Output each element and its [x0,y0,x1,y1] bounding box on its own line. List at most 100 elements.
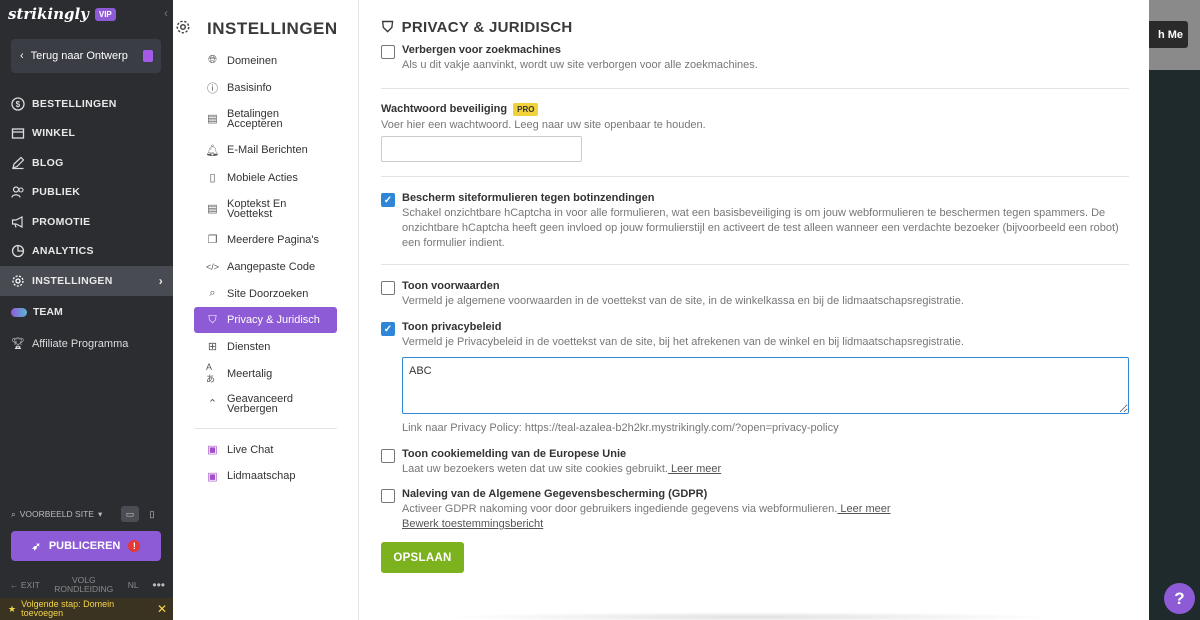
hide-search-desc: Als u dit vakje aanvinkt, wordt uw site … [402,59,758,71]
menu-item-domains[interactable]: 🌐︎ Domeinen [194,47,337,74]
save-button[interactable]: OPSLAAN [381,542,464,573]
store-icon [11,126,25,140]
menu-item-multiple-pages[interactable]: ❐ Meerdere Pagina's [194,226,337,253]
sidebar-item-store[interactable]: WINKEL [0,119,173,149]
menu-item-label: Live Chat [227,443,274,456]
privacy-label: Toon privacybeleid [402,321,502,333]
menu-item-label: Geavanceerd Verbergen [227,393,294,415]
gdpr-learn-more-link[interactable]: Leer meer [837,503,890,515]
match-me-button[interactable]: h Me [1149,21,1188,48]
cookie-learn-more-link[interactable]: Leer meer [668,463,721,475]
back-to-design-button[interactable]: ‹ Terug naar Ontwerp [11,39,161,73]
preview-site-dropdown[interactable]: VOORBEELD SITE [20,509,94,519]
caret-down-icon: ▾ [97,508,103,519]
sidebar-item-team[interactable]: TEAM [11,306,63,318]
privacy-checkbox[interactable]: ✓ [381,322,395,336]
sidebar-item-label: BLOG [32,156,64,169]
edit-consent-link[interactable]: Bewerk toestemmingsbericht [402,518,543,530]
menu-item-label: Koptekst En Voettekst [227,197,287,220]
sidebar-item-affiliate[interactable]: 🏆︎ Affiliate Programma [11,337,128,351]
menu-item-label: Privacy & Juridisch [227,314,320,326]
sidebar-item-orders[interactable]: $ BESTELLINGEN [0,89,173,119]
sidebar-item-analytics[interactable]: ANALYTICS [0,237,173,267]
menu-item-label: Diensten [227,340,271,353]
search-icon: ⌕ [11,508,16,519]
privacy-policy-link[interactable]: Link naar Privacy Policy: https://teal-a… [402,421,1127,436]
hide-search-checkbox[interactable] [381,45,395,59]
password-row: Wachtwoord beveiliging PRO Voer hier een … [381,102,1129,133]
menu-item-payments[interactable]: ▤ Betalingen Accepteren [194,101,337,136]
sidebar-item-settings[interactable]: INSTELLINGEN › [0,266,173,296]
gdpr-checkbox[interactable] [381,489,395,503]
menu-item-multilingual[interactable]: Aあ Meertalig [194,360,337,387]
next-step-label: Volgende stap: Domein toevoegen [21,599,115,618]
menu-item-label: Meerdere Pagina's [227,233,319,246]
pie-icon [11,244,25,258]
menu-item-services[interactable]: ⊞ Diensten [194,333,337,360]
bot-protection-checkbox[interactable]: ✓ [381,193,395,207]
pages-icon: ❐ [207,234,218,246]
terms-desc: Vermeld je algemene voorwaarden in de vo… [402,295,964,307]
menu-item-header-footer[interactable]: ▤ Koptekst En Voettekst [194,191,337,226]
gear-icon [11,274,25,288]
gdpr-desc: Activeer GDPR nakoming voor door gebruik… [402,502,1127,532]
code-icon: </> [206,261,220,272]
strikingly-logo: strikingly [8,5,89,23]
close-icon[interactable]: ✕ [157,603,167,615]
menu-item-live-chat[interactable]: ▣ Live Chat [194,436,337,463]
page-title: ⛉ PRIVACY & JURIDISCH [382,19,573,36]
password-input[interactable] [381,136,582,162]
shield-icon: ⛉ [208,313,217,326]
team-label: TEAM [33,306,63,318]
menu-item-label: Aangepaste Code [227,260,316,273]
menu-item-advanced[interactable]: ⌃ Geavanceerd Verbergen [194,387,337,421]
menu-item-membership[interactable]: ▣ Lidmaatschap [194,463,337,489]
mobile-icon: ▯ [209,172,216,184]
menu-item-basic-info[interactable]: ⓘ Basisinfo [194,74,337,101]
sidebar-item-audience[interactable]: PUBLIEK [0,178,173,208]
menu-item-privacy-legal[interactable]: ⛉ Privacy & Juridisch [194,307,337,333]
sidebar-item-blog[interactable]: BLOG [0,148,173,178]
sidebar-item-promotion[interactable]: PROMOTIE [0,207,173,237]
privacy-link-row: Link naar Privacy Policy: https://teal-a… [381,421,1129,437]
terms-checkbox[interactable] [381,281,395,295]
cookie-checkbox[interactable] [381,449,395,463]
globe-icon: 🌐︎ [208,54,217,66]
next-step-banner[interactable]: ★ Volgende stap: Domein toevoegen ✕ [0,598,173,620]
menu-item-mobile-actions[interactable]: ▯ Mobiele Acties [194,164,337,191]
left-sidebar: strikingly VIP ‹ ‹ Terug naar Ontwerp $ … [0,0,173,620]
settings-title: INSTELLINGEN [176,19,338,39]
settings-menu: INSTELLINGEN 🌐︎ Domeinen ⓘ Basisinfo ▤ Beta… [173,0,359,620]
help-button[interactable]: ? [1164,583,1195,614]
menu-item-site-search[interactable]: ⌕ Site Doorzoeken [194,280,337,307]
terms-label: Toon voorwaarden [402,280,500,292]
desktop-preview-icon[interactable]: ▭ [121,506,139,522]
more-icon[interactable]: ••• [152,578,165,592]
sidebar-item-label: PUBLIEK [32,186,81,199]
chat-icon: ▣ [207,444,218,456]
trophy-icon: 🏆︎ [11,338,25,350]
brand[interactable]: strikingly VIP [8,5,116,23]
privacy-policy-textarea[interactable]: ABC [402,357,1129,414]
people-icon [11,185,25,199]
panel-shadow [440,612,1060,620]
password-label-text: Wachtwoord beveiliging [381,103,508,115]
exit-button[interactable]: ← EXIT [10,580,40,590]
menu-item-label: Site Doorzoeken [227,287,309,300]
info-icon: ⓘ [207,82,218,95]
tour-button[interactable]: VOLG RONDLEIDING [54,576,114,594]
menu-item-label: Lidmaatschap [227,470,296,482]
dollar-icon: $ [11,97,25,111]
collapse-sidebar-icon[interactable]: ‹ [164,6,168,20]
language-button[interactable]: NL [128,580,139,590]
hide-search-label: Verbergen voor zoekmachines [402,44,561,56]
sidebar-footer: ← EXIT VOLG RONDLEIDING NL ••• [10,576,165,594]
mobile-preview-icon[interactable]: ▯ [143,506,161,522]
sidebar-item-label: INSTELLINGEN [32,274,113,287]
menu-item-email[interactable]: 🔔︎ E-Mail Berichten [194,136,337,164]
menu-item-custom-code[interactable]: </> Aangepaste Code [194,253,337,280]
publish-button[interactable]: ➶ PUBLICEREN ! [11,531,161,561]
layout-icon: ▤ [207,202,218,215]
menu-item-label: Basisinfo [227,81,272,94]
site-preview-backdrop [1149,0,1200,620]
